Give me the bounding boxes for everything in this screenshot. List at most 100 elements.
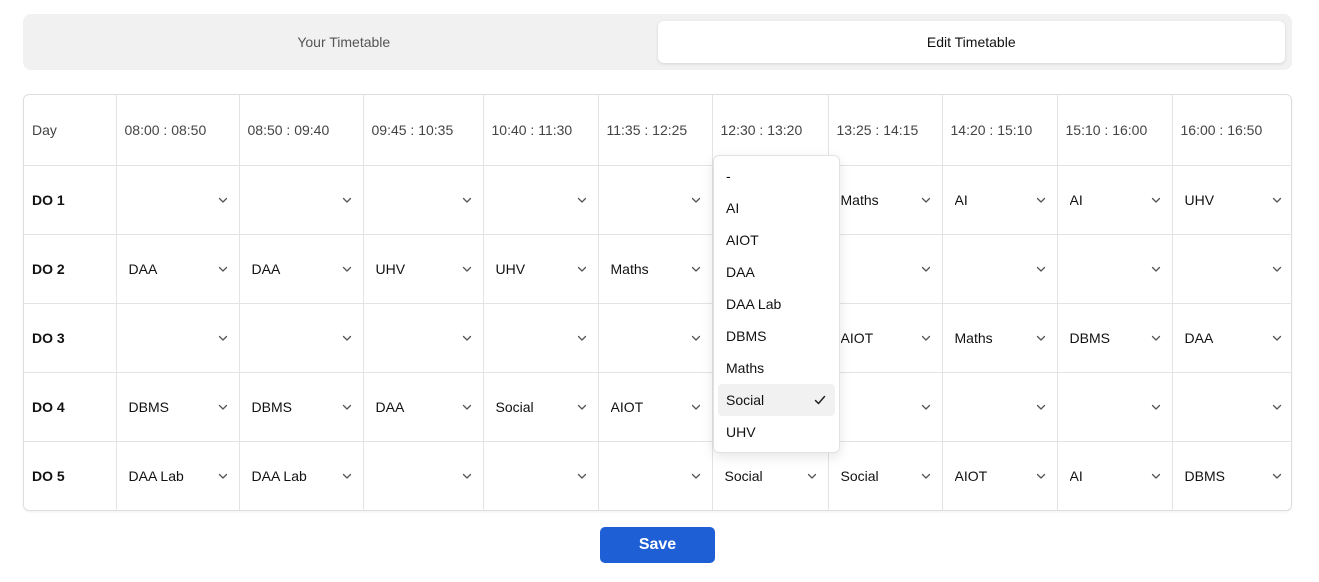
subject-select[interactable]	[240, 166, 363, 234]
subject-select[interactable]	[599, 304, 712, 372]
subject-select[interactable]: DAA Lab	[117, 442, 239, 511]
subject-select[interactable]: AI	[1058, 442, 1172, 511]
chevron-down-icon	[1272, 473, 1282, 479]
subject-select[interactable]	[484, 442, 598, 511]
subject-value: Social	[724, 467, 763, 484]
subject-value: AI	[1069, 191, 1083, 208]
subject-select[interactable]	[117, 304, 239, 372]
dropdown-option[interactable]: UHV	[718, 416, 835, 448]
subject-select[interactable]: DAA	[240, 235, 363, 303]
subject-select[interactable]: DAA Lab	[240, 442, 363, 511]
timetable-cell: AI	[1056, 164, 1173, 235]
chevron-down-icon	[921, 404, 930, 410]
subject-select[interactable]	[1173, 373, 1292, 441]
subject-select[interactable]	[240, 304, 363, 372]
subject-select[interactable]: Maths	[599, 235, 712, 303]
chevron-down-icon	[921, 473, 930, 479]
dropdown-option[interactable]: DBMS	[718, 320, 835, 352]
subject-select[interactable]: AIOT	[599, 373, 712, 441]
dropdown-option[interactable]: DAA Lab	[718, 288, 835, 320]
subject-value: DAA	[251, 260, 281, 277]
subject-select[interactable]: AIOT	[829, 304, 942, 372]
view-tabs: Your Timetable Edit Timetable	[23, 14, 1292, 70]
subject-select[interactable]: DBMS	[1173, 442, 1292, 511]
subject-value: DBMS	[1069, 329, 1110, 346]
subject-select[interactable]: DAA	[117, 235, 239, 303]
subject-select[interactable]	[943, 235, 1057, 303]
dropdown-option[interactable]: AI	[718, 192, 835, 224]
timetable-cell: DAA	[362, 371, 484, 442]
subject-select[interactable]: Maths	[829, 166, 942, 234]
timetable-cell	[362, 302, 484, 373]
subject-select[interactable]	[599, 442, 712, 511]
option-label: UHV	[726, 424, 756, 440]
timetable-cell	[827, 233, 943, 304]
subject-select[interactable]: UHV	[484, 235, 598, 303]
subject-select[interactable]	[943, 373, 1057, 441]
chevron-down-icon	[462, 266, 471, 272]
subject-select[interactable]	[364, 304, 483, 372]
subject-select[interactable]	[1173, 235, 1292, 303]
subject-value: DAA	[375, 398, 405, 415]
subject-dropdown-menu: - AI AIOT DAA DAA Lab DBMS Maths Social UHV	[713, 155, 840, 453]
timetable-cell	[238, 302, 364, 373]
day-label: DO 3	[24, 302, 117, 373]
subject-select[interactable]	[484, 304, 598, 372]
subject-select[interactable]	[829, 373, 942, 441]
subject-select[interactable]: UHV	[1173, 166, 1292, 234]
timetable-cell	[362, 440, 484, 511]
subject-select[interactable]: Maths	[943, 304, 1057, 372]
chevron-down-icon	[218, 197, 227, 203]
time-slot-header: 08:00 : 08:50	[115, 95, 240, 166]
subject-value: DAA Lab	[128, 467, 184, 484]
save-button[interactable]: Save	[600, 527, 715, 563]
timetable-cell	[115, 164, 240, 235]
dropdown-option[interactable]: AIOT	[718, 224, 835, 256]
chevron-down-icon	[342, 266, 351, 272]
subject-select[interactable]	[599, 166, 712, 234]
option-label: DAA Lab	[726, 296, 782, 312]
timetable-cell	[482, 302, 599, 373]
dropdown-option[interactable]: DAA	[718, 256, 835, 288]
subject-value: Maths	[954, 329, 993, 346]
chevron-down-icon	[1151, 335, 1160, 341]
chevron-down-icon	[807, 473, 816, 479]
subject-select[interactable]: DBMS	[117, 373, 239, 441]
subject-select[interactable]	[1058, 235, 1172, 303]
subject-select[interactable]	[364, 166, 483, 234]
table-row: DO 1 Maths AI AI UHV	[24, 164, 1292, 235]
subject-select[interactable]	[364, 442, 483, 511]
subject-select[interactable]	[117, 166, 239, 234]
timetable-cell	[597, 164, 713, 235]
timetable-cell: AI	[941, 164, 1058, 235]
subject-select[interactable]: UHV	[364, 235, 483, 303]
dropdown-option[interactable]: Social	[718, 384, 835, 416]
timetable-cell: Social	[482, 371, 599, 442]
time-slot-header: 09:45 : 10:35	[362, 95, 484, 166]
subject-select[interactable]: DAA	[364, 373, 483, 441]
tab-your-timetable[interactable]: Your Timetable	[30, 21, 658, 63]
chevron-down-icon	[691, 266, 700, 272]
chevron-down-icon	[218, 335, 227, 341]
dropdown-option[interactable]: Maths	[718, 352, 835, 384]
chevron-down-icon	[1036, 404, 1045, 410]
timetable-cell: UHV	[362, 233, 484, 304]
subject-select[interactable]: DBMS	[1058, 304, 1172, 372]
subject-value: AIOT	[840, 329, 874, 346]
subject-select[interactable]: Social	[829, 442, 942, 511]
subject-select[interactable]: DBMS	[240, 373, 363, 441]
timetable-cell: Maths	[597, 233, 713, 304]
subject-select[interactable]: AI	[1058, 166, 1172, 234]
subject-select[interactable]: AIOT	[943, 442, 1057, 511]
dropdown-option[interactable]: -	[718, 160, 835, 192]
subject-select[interactable]	[484, 166, 598, 234]
subject-select[interactable]	[1058, 373, 1172, 441]
subject-select[interactable]: Social	[484, 373, 598, 441]
subject-select[interactable]	[829, 235, 942, 303]
tab-edit-timetable[interactable]: Edit Timetable	[657, 21, 1285, 63]
subject-select[interactable]: DAA	[1173, 304, 1292, 372]
timetable-cell	[597, 302, 713, 373]
subject-select[interactable]: AI	[943, 166, 1057, 234]
day-column-header: Day	[24, 95, 117, 166]
chevron-down-icon	[342, 197, 351, 203]
